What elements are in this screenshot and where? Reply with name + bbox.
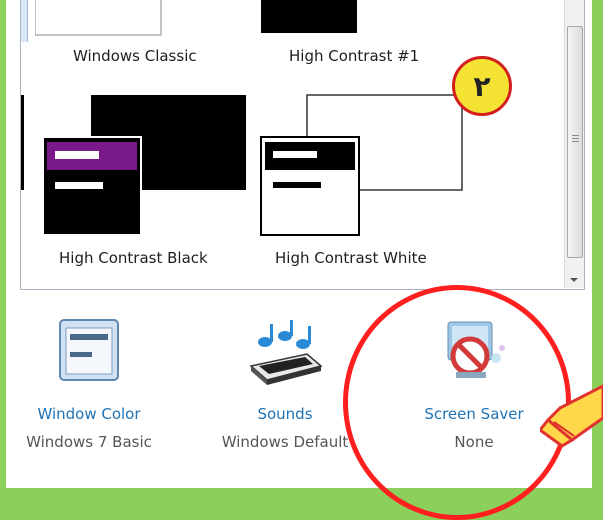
window-color-item[interactable]: Window Color Windows 7 Basic — [4, 318, 174, 451]
scroll-down-arrow-icon[interactable] — [570, 278, 578, 282]
highlighter-pen-icon — [540, 384, 603, 448]
highlight-circle — [343, 285, 571, 520]
window-color-value: Windows 7 Basic — [26, 433, 152, 451]
sounds-value: Windows Default — [221, 433, 349, 451]
scrollbar-thumb[interactable] — [567, 26, 583, 258]
themes-scrollbar[interactable] — [564, 0, 584, 288]
selected-theme-edge — [21, 0, 28, 42]
grip-icon — [572, 135, 579, 136]
theme-label-high-contrast-black[interactable]: High Contrast Black — [59, 249, 208, 267]
themes-list: Windows Classic High Contrast #1 High Co… — [20, 0, 585, 290]
theme-label-high-contrast-1[interactable]: High Contrast #1 — [289, 47, 419, 65]
theme-preview-windows-classic[interactable] — [35, 0, 165, 40]
theme-label-windows-classic[interactable]: Windows Classic — [73, 47, 197, 65]
theme-preview-high-contrast-white[interactable] — [259, 92, 469, 237]
window-color-link[interactable]: Window Color — [4, 405, 174, 423]
theme-label-high-contrast-white[interactable]: High Contrast White — [275, 249, 427, 267]
window-color-icon — [59, 319, 119, 381]
theme-preview-high-contrast-black[interactable] — [41, 92, 251, 237]
sounds-icon — [249, 320, 323, 385]
theme-preview-high-contrast-1[interactable] — [261, 0, 361, 40]
step-number-badge: ٢ — [452, 56, 512, 116]
theme-preview-edge — [21, 95, 24, 190]
